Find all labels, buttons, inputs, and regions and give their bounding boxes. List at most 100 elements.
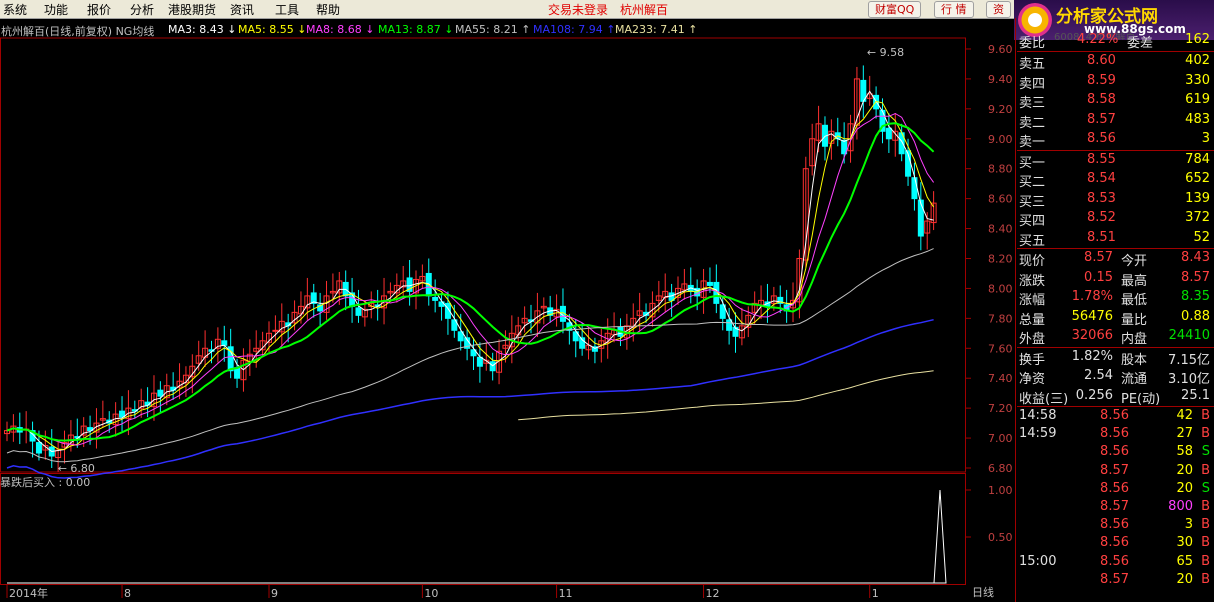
ask-volume: 483 — [1185, 111, 1210, 127]
bid-price: 8.53 — [1087, 190, 1116, 206]
bid-row: 买三 8.53 139 — [1017, 190, 1212, 210]
tick-volume: 58 — [1176, 444, 1193, 460]
bid-label: 买二 — [1019, 175, 1046, 190]
stat-row: 涨幅 1.78% 最低 8.35 — [1017, 288, 1212, 308]
tick-side: B — [1201, 499, 1210, 514]
bid-price: 8.55 — [1087, 151, 1116, 167]
ma3-line — [6, 90, 934, 453]
stat-row: 总量 56476 量比 0.88 — [1017, 308, 1212, 328]
kline-chart[interactable]: ← 9.58← 6.80 9.609.409.209.008.808.608.4… — [0, 0, 1017, 602]
y-tick-label: 8.80 — [988, 163, 1013, 176]
tick-price: 8.56 — [1100, 535, 1129, 551]
tick-price: 8.57 — [1100, 462, 1129, 478]
candle-body — [272, 329, 279, 332]
stat2-label: 流通 — [1121, 372, 1148, 387]
ask-price: 8.59 — [1087, 72, 1116, 88]
stat-label: 量比 — [1121, 312, 1148, 328]
ask-price: 8.60 — [1087, 53, 1116, 68]
tick-row: 8.56 30 B — [1017, 534, 1212, 553]
bid-volume: 52 — [1193, 229, 1210, 245]
bid-volume: 784 — [1185, 151, 1210, 167]
stat-value: 32066 — [1071, 328, 1113, 343]
ask-price: 8.56 — [1087, 131, 1116, 146]
main-chart-frame — [0, 37, 966, 473]
y-tick-label: 9.40 — [988, 73, 1013, 86]
stat-label: 最高 — [1121, 273, 1148, 289]
tick-side: B — [1201, 517, 1210, 533]
tick-price: 8.56 — [1100, 444, 1129, 460]
bid-row: 买四 8.52 372 — [1017, 209, 1212, 229]
stat-label: 现价 — [1019, 254, 1046, 269]
ask-row: 卖二 8.57 483 — [1017, 111, 1212, 131]
bid-volume: 139 — [1185, 190, 1210, 206]
tick-volume: 42 — [1176, 408, 1193, 423]
stat-value: 8.35 — [1181, 289, 1210, 304]
tick-volume: 30 — [1176, 535, 1193, 551]
ask-row: 卖四 8.59 330 — [1017, 72, 1212, 92]
tick-row: 15:00 8.56 65 B — [1017, 553, 1212, 572]
stat-value: 1.78% — [1071, 289, 1113, 304]
stat-label: 涨跌 — [1019, 273, 1046, 289]
ask-price: 8.57 — [1087, 111, 1116, 127]
ask-volume: 330 — [1185, 72, 1210, 88]
sub-y-tick-label: 0.50 — [988, 531, 1013, 544]
y-tick-label: 9.20 — [988, 103, 1013, 116]
stat2-label: 净资 — [1019, 372, 1046, 387]
ask-label: 卖五 — [1019, 57, 1046, 72]
tick-side: S — [1201, 444, 1210, 460]
tick-time: 15:00 — [1019, 553, 1057, 569]
candle-body — [221, 340, 228, 346]
stat2-label: 股本 — [1121, 352, 1148, 368]
high-price-annotation: ← 9.58 — [867, 46, 904, 59]
candle-body — [157, 389, 164, 397]
tick-side: B — [1201, 426, 1210, 442]
y-tick-label: 7.80 — [988, 312, 1013, 325]
ma13-line — [6, 122, 935, 442]
candle-body — [355, 307, 362, 316]
tick-side: B — [1201, 535, 1210, 551]
candle-body — [911, 177, 918, 200]
candle-body — [706, 281, 713, 286]
y-tick-label: 8.60 — [988, 193, 1013, 206]
candle-body — [432, 296, 439, 301]
candle-body — [885, 127, 892, 140]
y-tick-label: 7.00 — [988, 432, 1013, 445]
tick-volume: 20 — [1176, 480, 1193, 496]
tick-row: 8.56 58 S — [1017, 443, 1212, 462]
bid-row: 买二 8.54 652 — [1017, 170, 1212, 190]
ask-label: 卖一 — [1019, 135, 1046, 150]
ask-volume: 619 — [1185, 92, 1210, 107]
bid-label: 买一 — [1019, 155, 1046, 171]
x-tick-label: 2014年 — [9, 586, 48, 600]
stat-value: 0.88 — [1181, 308, 1210, 324]
ask-row: 卖三 8.58 619 — [1017, 91, 1212, 111]
y-tick-label: 8.40 — [988, 223, 1013, 236]
y-tick-label: 7.20 — [988, 402, 1013, 415]
ask-volume: 402 — [1185, 53, 1210, 68]
tick-price: 8.56 — [1100, 408, 1129, 423]
tick-price: 8.56 — [1100, 480, 1129, 496]
y-tick-label: 7.60 — [988, 342, 1013, 355]
ma8-line — [6, 112, 935, 446]
stat-label: 内盘 — [1121, 332, 1148, 347]
stat-value: 0.15 — [1084, 269, 1113, 285]
stat-value: 8.57 — [1181, 269, 1210, 285]
sub-indicator-line — [7, 489, 947, 584]
weibi-value: 4.22% — [1077, 32, 1119, 47]
stat2-row: 换手 1.82% 股本 7.15亿 — [1017, 348, 1212, 368]
stat-label: 最低 — [1121, 293, 1148, 308]
stat-row: 涨跌 0.15 最高 8.57 — [1017, 269, 1212, 289]
weibi-row: 委比 4.22% 委差 162 — [1017, 31, 1212, 51]
stat-value: 24410 — [1168, 328, 1210, 343]
stat2-label: 收益(三) — [1019, 391, 1069, 407]
stat2-value: 3.10亿 — [1168, 372, 1210, 387]
period-label[interactable]: 日线 — [972, 584, 994, 600]
tick-row: 8.57 20 B — [1017, 571, 1212, 590]
stat2-value: 7.15亿 — [1168, 352, 1210, 368]
ask-row: 卖五 8.60 402 — [1017, 52, 1212, 72]
stat-row: 现价 8.57 今开 8.43 — [1017, 249, 1212, 269]
tick-side: S — [1201, 480, 1210, 496]
stat-label: 外盘 — [1019, 332, 1046, 347]
stat2-label: 换手 — [1019, 352, 1046, 368]
x-tick-label: 12 — [706, 587, 720, 600]
